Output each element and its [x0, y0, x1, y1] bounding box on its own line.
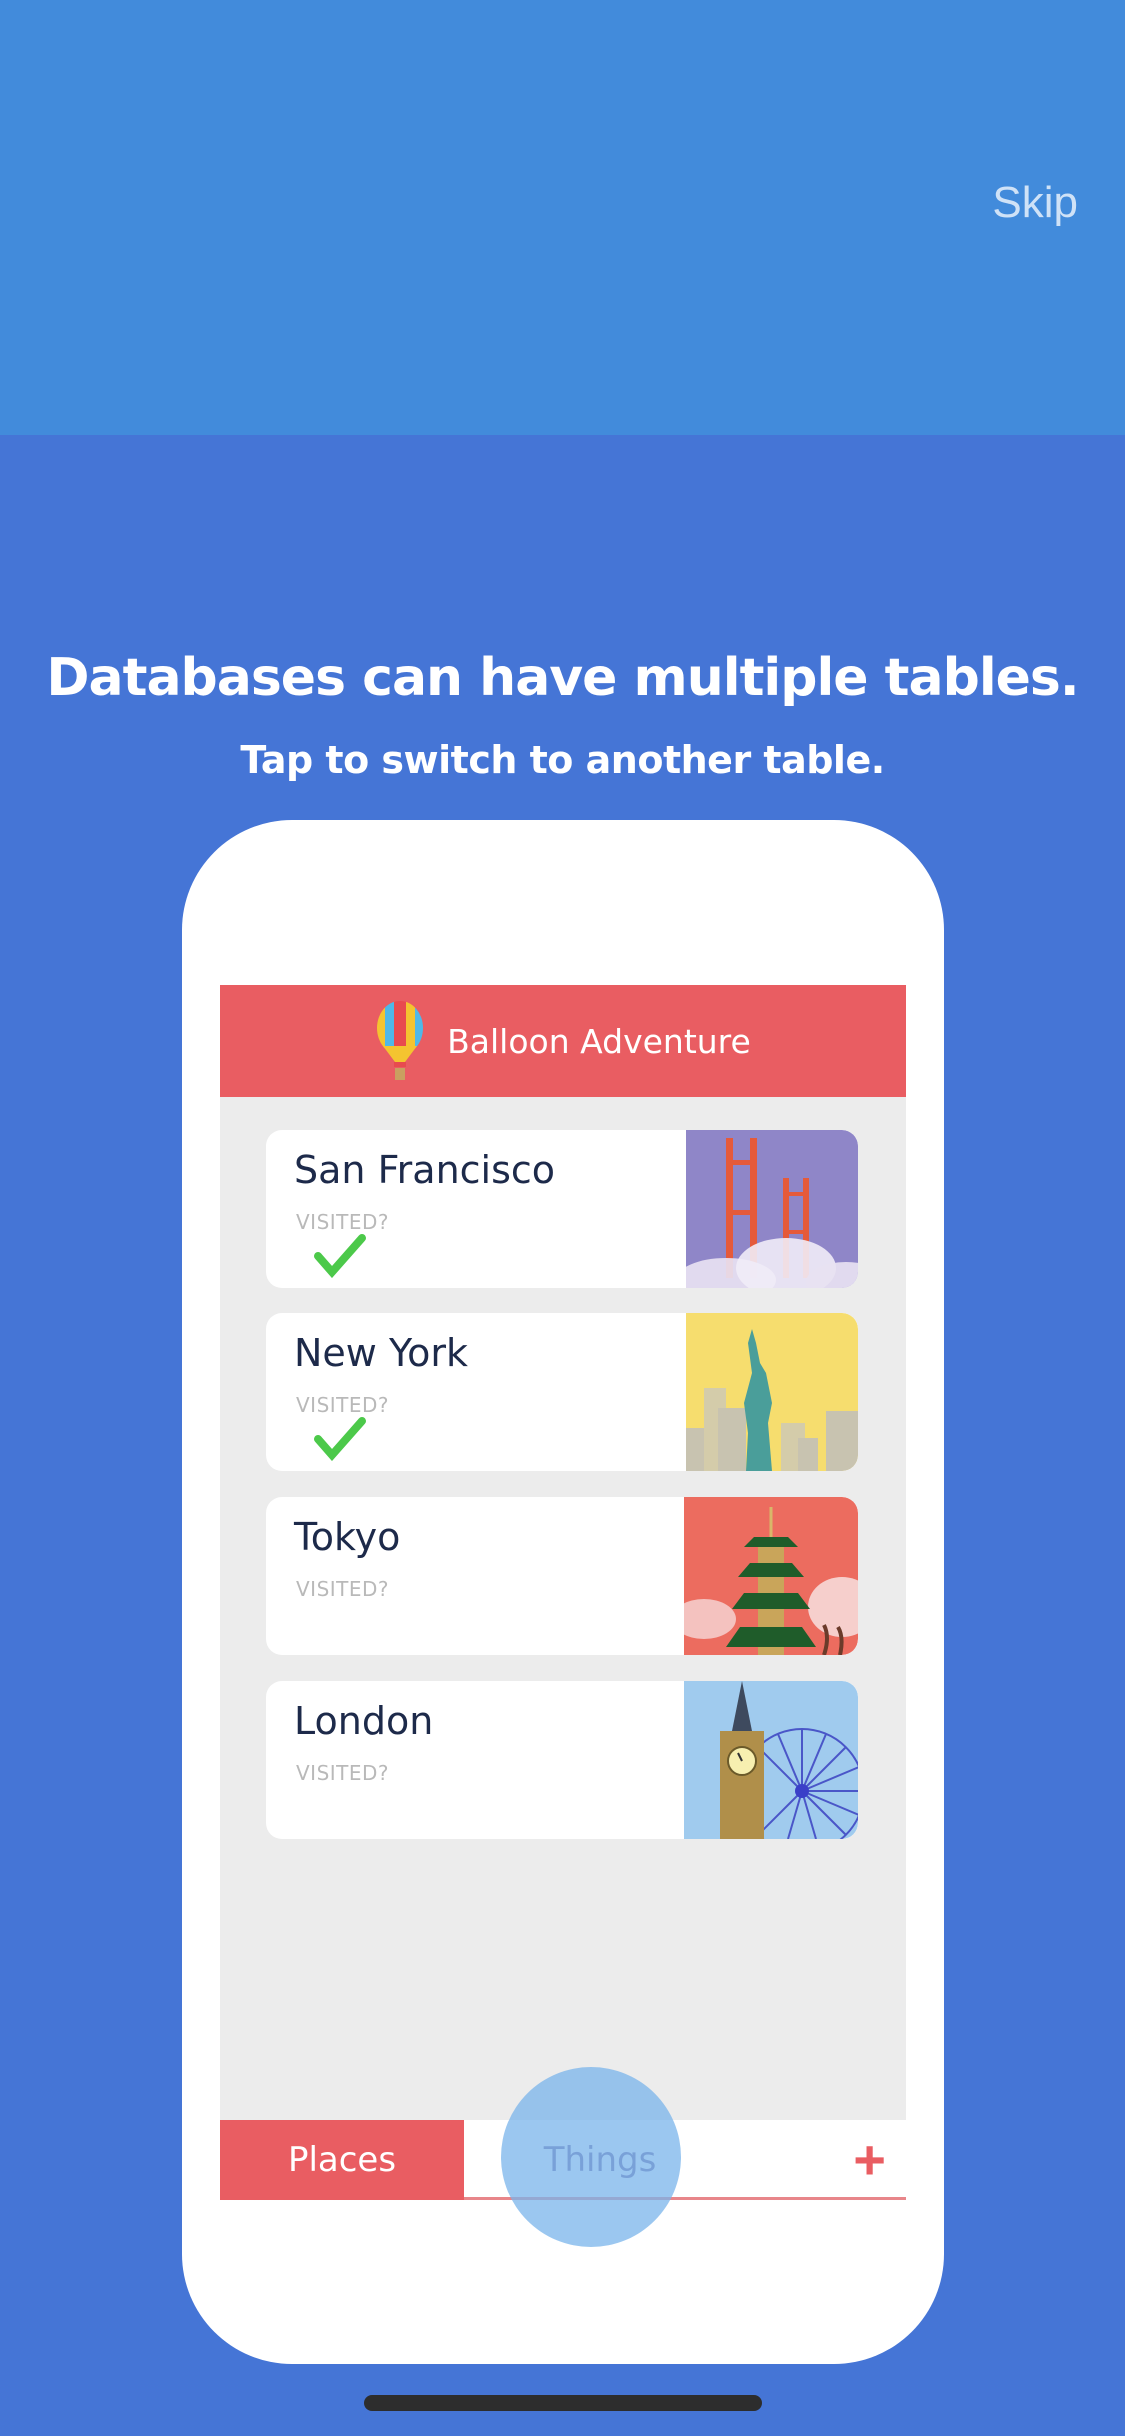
statue-of-liberty-image — [686, 1313, 858, 1471]
checkmark-icon[interactable] — [314, 1234, 366, 1278]
visited-label: VISITED? — [296, 1393, 390, 1417]
tab-places[interactable]: Places — [220, 2120, 464, 2200]
add-table-button[interactable]: + — [853, 2128, 886, 2192]
tap-hint-indicator — [501, 2067, 681, 2247]
record-name: New York — [294, 1331, 469, 1375]
record-card[interactable]: Tokyo VISITED? — [266, 1497, 858, 1655]
record-name: London — [294, 1699, 434, 1743]
onboarding-headline: Databases can have multiple tables. — [46, 648, 1079, 708]
visited-label: VISITED? — [296, 1577, 390, 1601]
home-indicator[interactable] — [364, 2395, 762, 2411]
top-band — [0, 0, 1125, 435]
pagoda-image — [684, 1497, 858, 1655]
onboarding-subline: Tap to switch to another table. — [240, 738, 885, 782]
checkmark-icon[interactable] — [314, 1417, 366, 1461]
app-screen: Balloon Adventure San Francisco VISITED? — [220, 985, 906, 2200]
record-name: San Francisco — [294, 1148, 556, 1192]
app-title: Balloon Adventure — [447, 1021, 751, 1061]
visited-label: VISITED? — [296, 1761, 390, 1785]
visited-label: VISITED? — [296, 1210, 390, 1234]
app-header: Balloon Adventure — [220, 985, 906, 1097]
record-card[interactable]: London VISITED? — [266, 1681, 858, 1839]
record-card[interactable]: San Francisco VISITED? — [266, 1130, 858, 1288]
record-card[interactable]: New York VISITED? — [266, 1313, 858, 1471]
hot-air-balloon-icon — [377, 1001, 424, 1080]
record-name: Tokyo — [294, 1515, 401, 1559]
big-ben-london-eye-image — [684, 1681, 858, 1839]
skip-button[interactable]: Skip — [992, 178, 1078, 228]
golden-gate-bridge-image — [686, 1130, 858, 1288]
